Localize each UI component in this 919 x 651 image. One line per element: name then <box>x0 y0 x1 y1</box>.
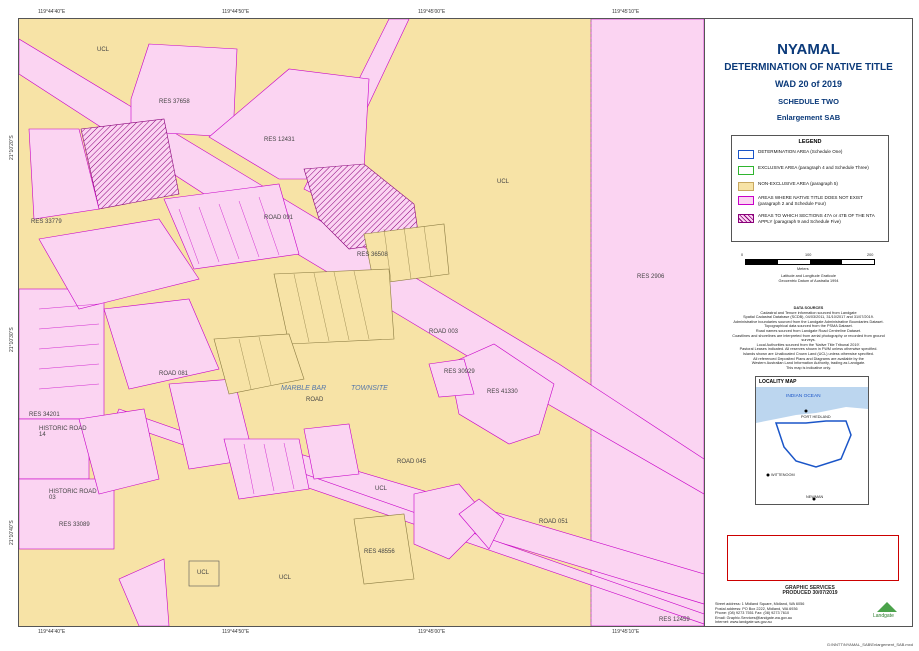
scale-tick: 200 <box>867 253 874 257</box>
label-historic-14: HISTORIC ROAD 14 <box>39 426 87 438</box>
legend-label: AREAS TO WHICH SECTIONS 47A or 47B OF TH… <box>758 213 875 224</box>
label-res-12459: RES 12459 <box>659 617 690 623</box>
label-marble-bar: MARBLE BAR <box>281 385 327 392</box>
map-title: NYAMAL <box>777 41 840 58</box>
label-ucl: UCL <box>97 47 110 53</box>
label-res-41330: RES 41330 <box>487 389 518 395</box>
legend-swatch <box>738 214 754 223</box>
scale-unit: Meters <box>797 267 809 271</box>
scale-tick: 0 <box>741 253 744 257</box>
legend-label: AREAS WHERE NATIVE TITLE DOES NOT EXIST … <box>758 195 863 206</box>
label-ucl-2: UCL <box>497 179 510 185</box>
scale-tick: 100 <box>805 253 812 257</box>
label-road: ROAD <box>306 397 324 403</box>
locality-heading: LOCALITY MAP <box>759 379 797 385</box>
label-res-34201: RES 34201 <box>29 412 60 418</box>
map-frame[interactable]: UCL RES 37658 RES 12431 UCL RES 2906 RES… <box>18 18 705 627</box>
lat-label: 21°10'30"S <box>9 327 15 352</box>
town-label: NEWMAN <box>806 495 824 499</box>
legend-swatch <box>738 196 754 205</box>
legend-swatch <box>738 182 754 191</box>
legend-swatch <box>738 150 754 159</box>
lat-label: 21°10'20"S <box>9 135 15 160</box>
map-info-panel: NYAMAL DETERMINATION OF NATIVE TITLE WAD… <box>704 18 913 627</box>
schedule-label: SCHEDULE TWO <box>778 97 839 106</box>
map-canvas[interactable] <box>19 19 704 626</box>
label-res-36508: RES 36508 <box>357 252 388 258</box>
legend-label: DETERMINATION AREA (Schedule One) <box>758 149 843 154</box>
map-subtitle: DETERMINATION OF NATIVE TITLE <box>724 62 893 73</box>
label-res-30929: RES 30929 <box>444 369 475 375</box>
case-number: WAD 20 of 2019 <box>774 79 843 89</box>
lon-label: 119°44'50"E <box>222 9 250 15</box>
label-road-051: ROAD 051 <box>539 519 569 525</box>
label-res-12431: RES 12431 <box>264 137 295 143</box>
determination-outline <box>774 420 852 468</box>
label-road-045: ROAD 045 <box>397 459 427 465</box>
legend-label: EXCLUSIVE AREA (paragraph 4 and Schedule… <box>758 165 869 170</box>
res-2906-parcel <box>590 19 704 626</box>
locality-map: LOCALITY MAP INDIAN OCEAN PORT HEDLAND W… <box>755 376 869 505</box>
lon-label: 119°44'40"E <box>38 629 66 635</box>
data-source-line: This map is indicative only. <box>785 365 832 370</box>
lat-label: 21°10'40"S <box>9 520 15 545</box>
lon-label: 119°45'00"E <box>418 9 446 15</box>
label-historic-03: HISTORIC ROAD 03 <box>49 489 97 501</box>
data-source-line: Islands shown are Unallocated Crown Land… <box>743 351 874 356</box>
label-res-37658: RES 37658 <box>159 99 190 105</box>
label-road-003: ROAD 003 <box>429 329 459 335</box>
graphic-services: GRAPHIC SERVICES PRODUCED 30/07/2019 <box>782 585 838 596</box>
legend-label: NON-EXCLUSIVE AREA (paragraph 5) <box>758 181 838 186</box>
data-sources: DATA SOURCES Cadastral and Tenure inform… <box>725 306 892 370</box>
lon-label: 119°45'10"E <box>612 9 640 15</box>
label-ucl-3: UCL <box>375 486 388 492</box>
town-label: WITTENOOM <box>771 473 795 477</box>
enlargement-label: Enlargement SAB <box>776 113 841 122</box>
town-label: PORT HEDLAND <box>801 415 831 419</box>
ocean-label: INDIAN OCEAN <box>786 394 821 399</box>
label-res-33089: RES 33089 <box>59 522 90 528</box>
lon-label: 119°44'50"E <box>222 629 250 635</box>
label-res-33779: RES 33779 <box>31 219 62 225</box>
contact-address: Street address: 1 Midland Square, Midlan… <box>715 602 825 625</box>
file-path: G:\NNTT\NYAMAL_SAB\Enlargement_SAB.mxd <box>826 642 913 647</box>
label-res-48556: RES 48556 <box>364 549 395 555</box>
landgate-logo <box>875 599 900 613</box>
scale-bar <box>745 259 875 265</box>
label-road-081: ROAD 081 <box>159 371 189 377</box>
label-road-091: ROAD 091 <box>264 215 294 221</box>
address-line: Internet: www.landgate.wa.gov.au <box>715 620 772 625</box>
lon-label: 119°45'00"E <box>418 629 446 635</box>
legend: LEGEND DETERMINATION AREA (Schedule One)… <box>731 135 889 242</box>
legend-heading: LEGEND <box>798 139 822 145</box>
legend-swatch <box>738 166 754 175</box>
label-ucl-5: UCL <box>279 575 292 581</box>
lon-label: 119°44'40"E <box>38 9 66 15</box>
label-townsite: TOWNSITE <box>351 385 388 392</box>
projection-note: Latitude and Longitude Graticule Geocentr… <box>778 274 839 283</box>
locality-svg <box>756 387 868 501</box>
lon-label: 119°45'10"E <box>612 629 640 635</box>
data-source-line: Coastlines and shorelines are interprete… <box>732 333 885 343</box>
brand-name: Landgate <box>873 613 894 619</box>
label-res-2906: RES 2906 <box>637 274 665 280</box>
parcel-block <box>19 288 105 420</box>
disclaimer-box <box>727 535 899 581</box>
label-ucl-4: UCL <box>197 570 210 576</box>
